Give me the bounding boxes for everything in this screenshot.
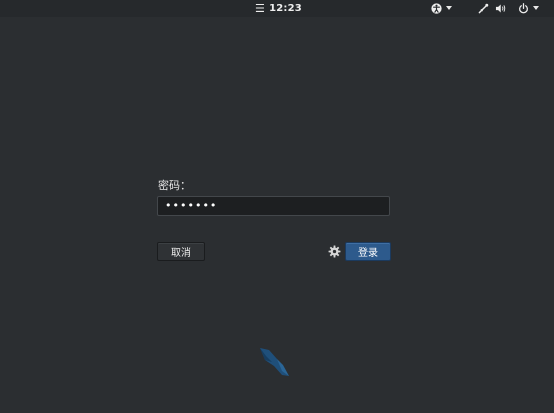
distro-logo [260,348,289,376]
password-label: 密码： [158,179,191,192]
login-screen: ☰ 12:23 密码： ••••••• 取消 登录 [0,0,554,413]
cancel-button[interactable]: 取消 [157,242,205,261]
volume-icon [495,3,506,13]
gear-icon[interactable] [328,245,341,258]
top-bar: ☰ 12:23 [0,0,554,17]
power-icon [519,2,528,13]
menu-icon: ☰ [255,1,266,15]
password-field[interactable]: ••••••• [157,196,390,216]
accessibility-icon [431,2,442,14]
clock-menu[interactable]: ☰ 12:23 [255,1,302,15]
network-icon [478,3,489,13]
chevron-down-icon [446,6,452,10]
chevron-down-icon [533,6,539,10]
accessibility-menu[interactable] [431,1,452,15]
login-button[interactable]: 登录 [345,242,391,261]
clock-label: 12:23 [269,2,302,14]
system-status-menu[interactable] [478,1,507,15]
power-menu[interactable] [518,1,539,15]
